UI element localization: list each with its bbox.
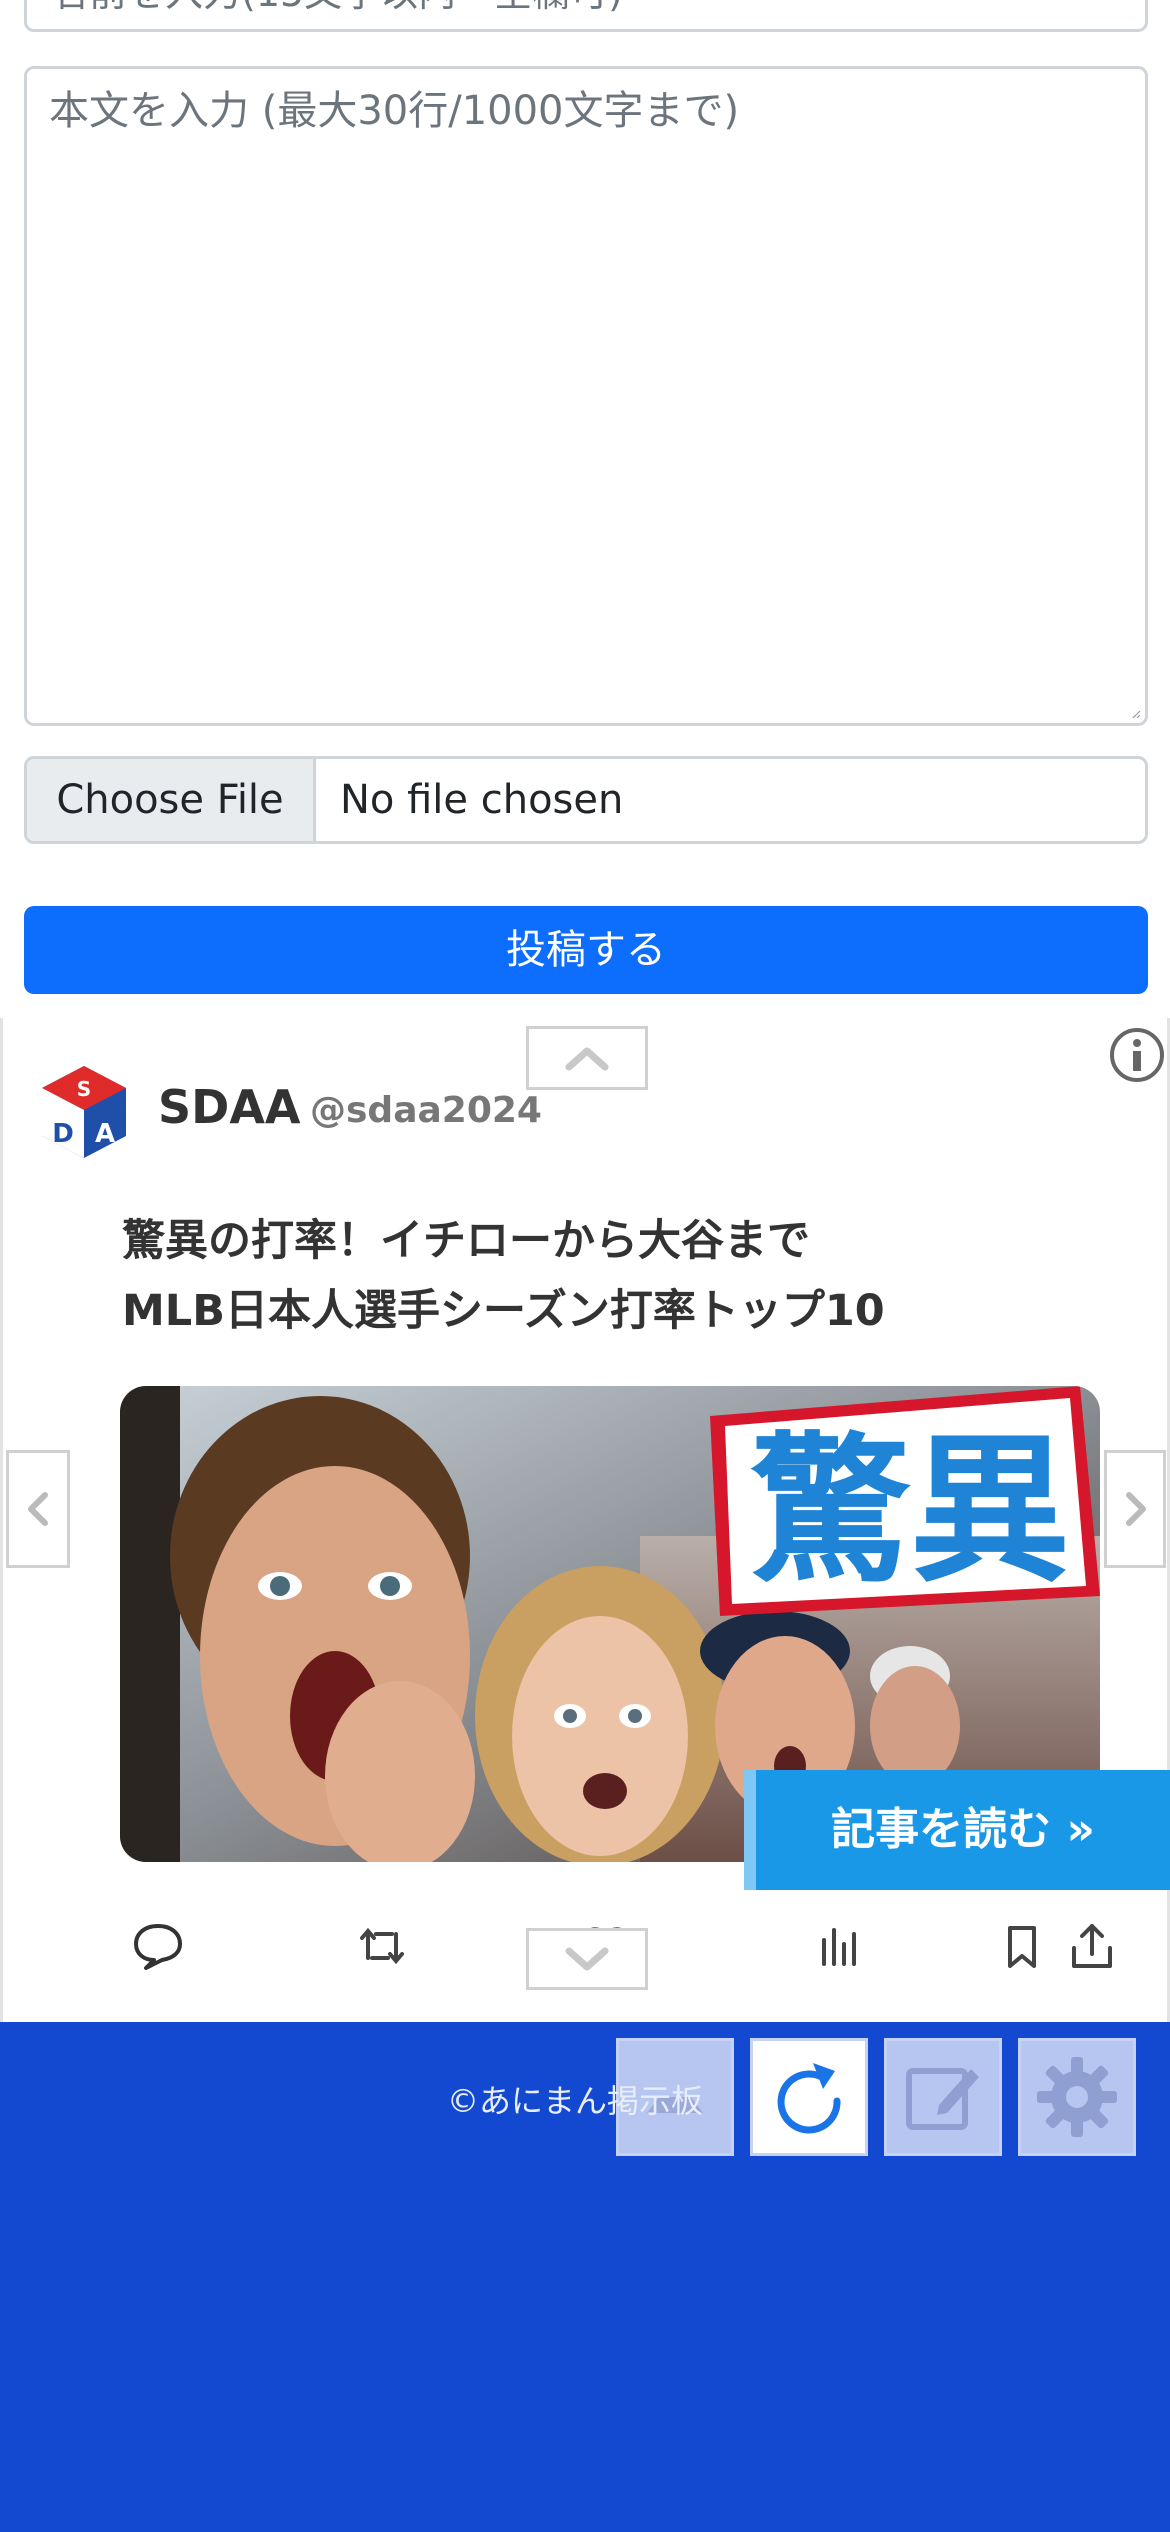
logo-letter-s: S [77,1077,91,1101]
submit-button[interactable]: 投稿する [24,906,1148,994]
settings-icon [1037,2057,1117,2137]
chevron-left-icon [28,1492,48,1526]
carousel-prev-button[interactable] [6,1450,70,1568]
ad-headline[interactable]: 驚異の打率！イチローから大谷まで MLB日本人選手シーズン打率トップ10 [122,1206,1072,1346]
chevron-up-icon [565,1047,609,1071]
info-icon[interactable] [1108,1026,1166,1084]
ad-account-handle[interactable]: @sdaa2024 [310,1090,542,1131]
surprise-badge: 驚異 [710,1386,1100,1616]
file-input[interactable]: Choose File No file chosen [24,756,1148,844]
carousel-next-button[interactable] [1104,1450,1166,1568]
body-textarea[interactable]: 本文を入力 (最大30行/1000文字まで) [24,66,1148,726]
chevron-down-icon [565,1947,609,1971]
ad-headline-line2: MLB日本人選手シーズン打率トップ10 [122,1286,885,1336]
logo-letter-d: D [52,1119,74,1149]
retweet-icon[interactable] [354,1918,410,1974]
body-placeholder: 本文を入力 (最大30行/1000文字まで) [49,88,740,134]
name-input[interactable]: 名前を入力(15文字以内・空欄可) [24,0,1148,32]
read-article-button[interactable]: 記事を読む » [744,1770,1170,1890]
chevron-right-icon [1126,1492,1146,1526]
reload-icon [777,2063,841,2134]
badge-text: 驚異 [750,1417,1070,1604]
resize-grip-icon[interactable] [1131,709,1141,719]
scroll-down-button[interactable] [526,1928,648,1990]
reload-button[interactable] [750,2038,868,2156]
scroll-up-button[interactable] [526,1026,648,1090]
sdaa-logo-icon: S D A [42,1066,126,1158]
bookmark-icon[interactable] [994,1918,1050,1974]
edit-icon [906,2068,979,2130]
file-status: No file chosen [340,777,624,823]
ad-headline-line1: 驚異の打率！イチローから大谷まで [122,1216,810,1266]
settings-button[interactable] [1018,2038,1136,2156]
share-icon[interactable] [1064,1918,1120,1974]
analytics-icon[interactable] [812,1918,868,1974]
choose-file-button[interactable]: Choose File [27,759,316,841]
edit-button[interactable] [884,2038,1002,2156]
comment-icon[interactable] [130,1918,186,1974]
ad-account-name[interactable]: SDAA [158,1080,301,1134]
logo-letter-a: A [95,1119,115,1149]
